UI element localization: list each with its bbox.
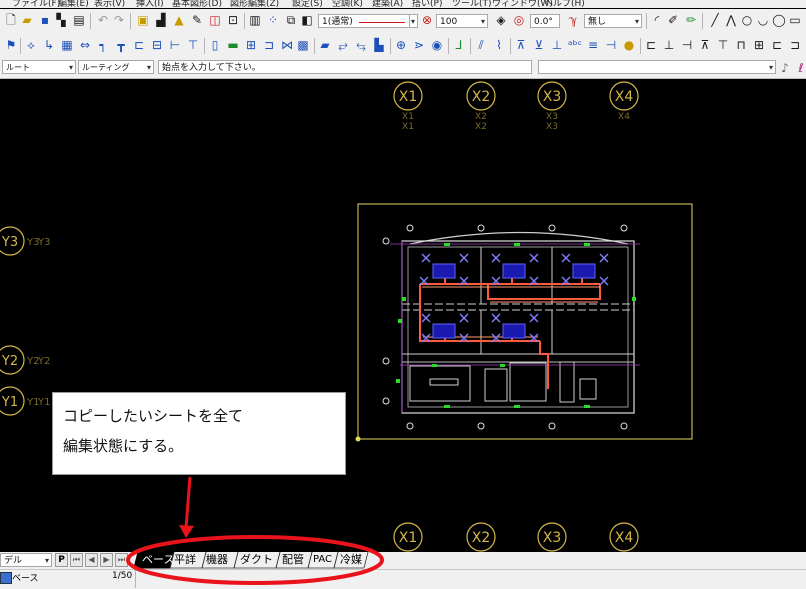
- highlight-ellipse: [126, 535, 384, 585]
- annotation-overlay: [126, 535, 384, 585]
